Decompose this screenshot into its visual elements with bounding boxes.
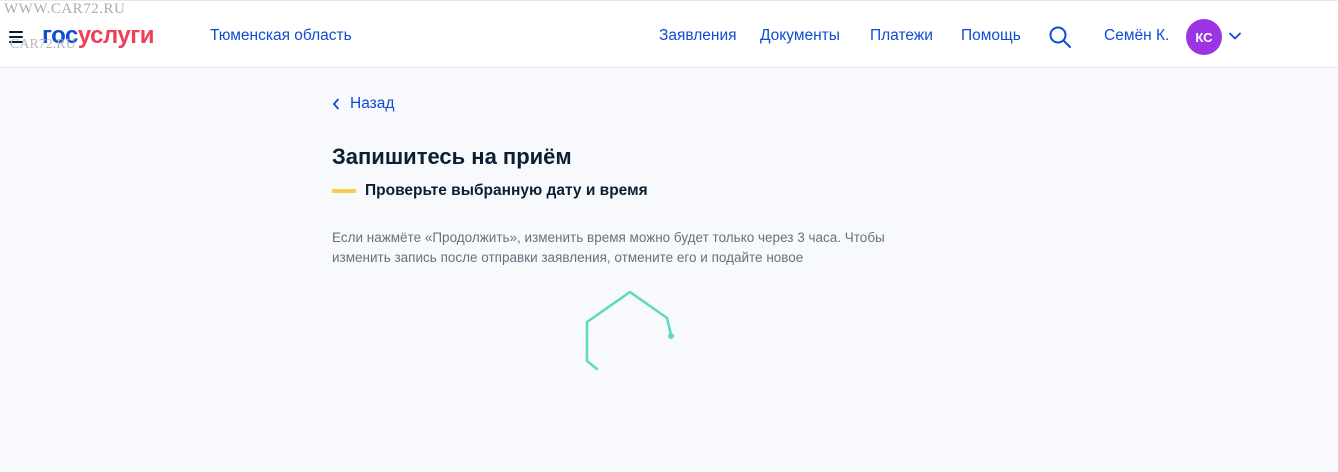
nav-help[interactable]: Помощь — [961, 26, 1021, 46]
back-label: Назад — [350, 95, 395, 112]
step-accent-bar — [332, 189, 356, 193]
logo-part-uslugi: услуги — [77, 22, 155, 49]
info-line-2: изменить запись после отправки заявления… — [332, 250, 804, 265]
nav-payments[interactable]: Платежи — [870, 26, 933, 46]
user-name[interactable]: Семён К. — [1104, 26, 1169, 46]
info-line-1: Если нажмёте «Продолжить», изменить врем… — [332, 230, 885, 245]
search-icon[interactable] — [1048, 25, 1072, 49]
chevron-down-icon[interactable] — [1228, 29, 1242, 43]
avatar[interactable]: КС — [1186, 19, 1222, 55]
watermark-top: WWW.CAR72.RU — [4, 1, 126, 17]
nav-documents[interactable]: Документы — [760, 26, 840, 46]
info-text: Если нажмёте «Продолжить», изменить врем… — [332, 228, 932, 268]
watermark-bottom: CAR72.RU — [10, 37, 76, 52]
step-label: Проверьте выбранную дату и время — [365, 182, 648, 199]
step-indicator: Проверьте выбранную дату и время — [332, 181, 648, 201]
nav-applications[interactable]: Заявления — [659, 26, 737, 46]
hexagon-spinner-icon — [585, 290, 674, 371]
page-title: Запишитесь на приём — [332, 144, 572, 169]
region-selector[interactable]: Тюменская область — [210, 26, 352, 46]
top-header: WWW.CAR72.RU гос услуги CAR72.RU Тюменска… — [0, 0, 1338, 68]
back-link[interactable]: Назад — [332, 94, 394, 114]
chevron-left-icon — [333, 98, 339, 110]
